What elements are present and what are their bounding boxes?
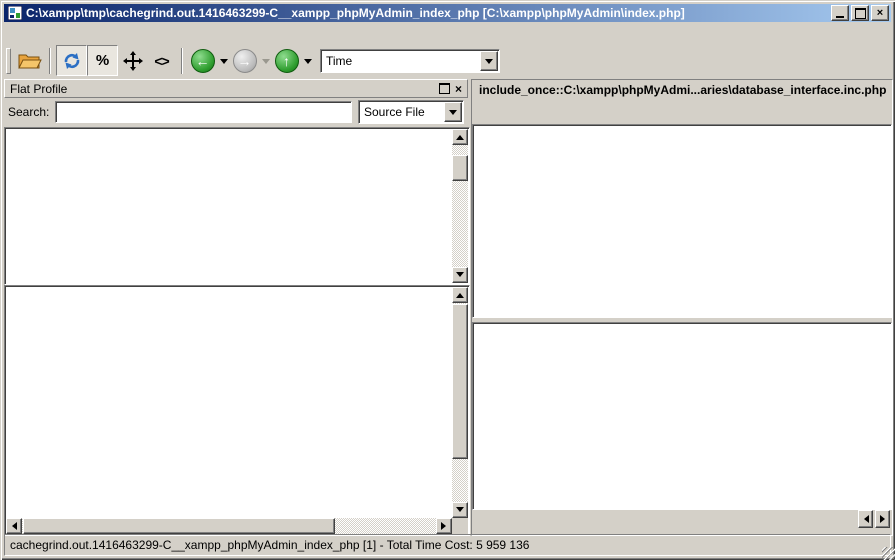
toolbar-separator xyxy=(181,48,183,74)
tabs-scroll-right-button[interactable] xyxy=(875,510,890,528)
percent-toggle-button[interactable]: % xyxy=(87,45,118,76)
resize-grip[interactable] xyxy=(882,547,895,560)
window-title: C:\xampp\tmp\cachegrind.out.1416463299-C… xyxy=(26,6,829,20)
up-button[interactable]: ↑ xyxy=(272,46,301,75)
maximize-button[interactable] xyxy=(851,5,869,21)
arrow-left-icon xyxy=(8,522,17,530)
forward-icon: → xyxy=(233,49,257,73)
chevron-down-icon xyxy=(262,59,270,68)
chevron-down-icon xyxy=(220,59,228,68)
grouping-combobox[interactable]: Source File xyxy=(358,100,464,124)
scrollbar-corner xyxy=(452,518,468,534)
toolbar-handle[interactable] xyxy=(6,48,11,74)
chevron-down-icon xyxy=(304,59,312,68)
scroll-up-button[interactable] xyxy=(452,287,468,303)
tab-scroll-arrows xyxy=(856,510,890,528)
up-dropdown[interactable] xyxy=(301,46,314,75)
forward-dropdown[interactable] xyxy=(259,46,272,75)
vertical-scrollbar[interactable] xyxy=(452,129,468,283)
title-bar[interactable]: C:\xampp\tmp\cachegrind.out.1416463299-C… xyxy=(4,4,891,22)
search-label: Search: xyxy=(8,105,49,119)
maximize-icon xyxy=(855,8,866,19)
chevron-down-icon xyxy=(485,59,493,68)
vertical-scrollbar[interactable] xyxy=(452,287,468,518)
function-table xyxy=(4,285,470,536)
scrollbar-thumb[interactable] xyxy=(452,304,468,459)
event-type-combobox[interactable]: Time xyxy=(320,49,500,73)
scroll-right-button[interactable] xyxy=(436,518,452,534)
arrow-up-icon xyxy=(456,131,464,140)
bottom-tab-bar xyxy=(476,508,892,533)
scrollbar-thumb[interactable] xyxy=(23,518,335,534)
minimize-button[interactable] xyxy=(831,5,849,21)
refresh-icon xyxy=(62,51,82,71)
function-table-header xyxy=(6,287,452,306)
open-file-button[interactable] xyxy=(15,46,44,75)
event-type-value: Time xyxy=(321,54,479,68)
app-icon xyxy=(8,6,22,20)
detail-panel: include_once::C:\xampp\phpMyAdmi...aries… xyxy=(471,79,893,536)
callees-table xyxy=(472,322,892,510)
minimize-icon xyxy=(836,16,844,18)
arrow-down-icon xyxy=(456,507,464,516)
arrow-right-icon xyxy=(441,522,450,530)
cycle-relative-button[interactable] xyxy=(56,45,87,76)
close-button[interactable]: × xyxy=(871,5,889,21)
up-icon: ↑ xyxy=(275,49,299,73)
toolbar: % <> ← → ↑ Time xyxy=(4,43,891,78)
arrow-left-icon xyxy=(860,515,869,523)
search-input[interactable] xyxy=(55,101,352,123)
scrollbar-thumb[interactable] xyxy=(452,155,468,181)
chevron-down-icon xyxy=(449,110,457,119)
detail-tab-bar xyxy=(476,102,892,124)
close-icon: × xyxy=(877,8,883,18)
source-file-list xyxy=(4,127,470,285)
horizontal-scrollbar[interactable] xyxy=(6,518,452,534)
arrow-right-icon xyxy=(880,515,889,523)
combo-dropdown-button[interactable] xyxy=(480,51,498,71)
expand-areas-button[interactable] xyxy=(118,46,147,75)
back-icon: ← xyxy=(191,49,215,73)
float-dock-icon[interactable] xyxy=(439,83,450,94)
source-list-header xyxy=(6,129,452,148)
app-window: C:\xampp\tmp\cachegrind.out.1416463299-C… xyxy=(0,0,895,560)
combo-dropdown-button[interactable] xyxy=(444,102,462,122)
flat-profile-panel: Flat Profile × Search: Source File xyxy=(4,79,468,534)
selected-item-title: include_once::C:\xampp\phpMyAdmi...aries… xyxy=(474,83,890,100)
dock-title: Flat Profile xyxy=(10,82,67,96)
arrow-up-icon xyxy=(456,289,464,298)
forward-button[interactable]: → xyxy=(230,46,259,75)
search-row: Search: Source File xyxy=(4,99,468,124)
status-bar: cachegrind.out.1416463299-C__xampp_phpMy… xyxy=(4,534,891,556)
scroll-up-button[interactable] xyxy=(452,129,468,145)
back-dropdown[interactable] xyxy=(217,46,230,75)
move-arrows-icon xyxy=(122,50,144,72)
open-folder-icon xyxy=(18,51,42,70)
dock-title-bar[interactable]: Flat Profile × xyxy=(4,79,468,98)
back-button[interactable]: ← xyxy=(188,46,217,75)
event-types-header xyxy=(474,126,890,146)
arrow-down-icon xyxy=(456,272,464,281)
scroll-down-button[interactable] xyxy=(452,267,468,283)
grouping-value: Source File xyxy=(359,105,443,119)
tabs-scroll-left-button[interactable] xyxy=(858,510,873,528)
scroll-down-button[interactable] xyxy=(452,502,468,518)
callees-header xyxy=(474,324,890,344)
close-dock-icon[interactable]: × xyxy=(455,84,462,94)
shorten-templates-button[interactable]: <> xyxy=(147,46,176,75)
scroll-left-button[interactable] xyxy=(6,518,22,534)
event-types-table xyxy=(472,124,892,318)
menu-bar xyxy=(4,23,891,43)
toolbar-separator xyxy=(49,48,51,74)
status-text: cachegrind.out.1416463299-C__xampp_phpMy… xyxy=(10,538,529,552)
